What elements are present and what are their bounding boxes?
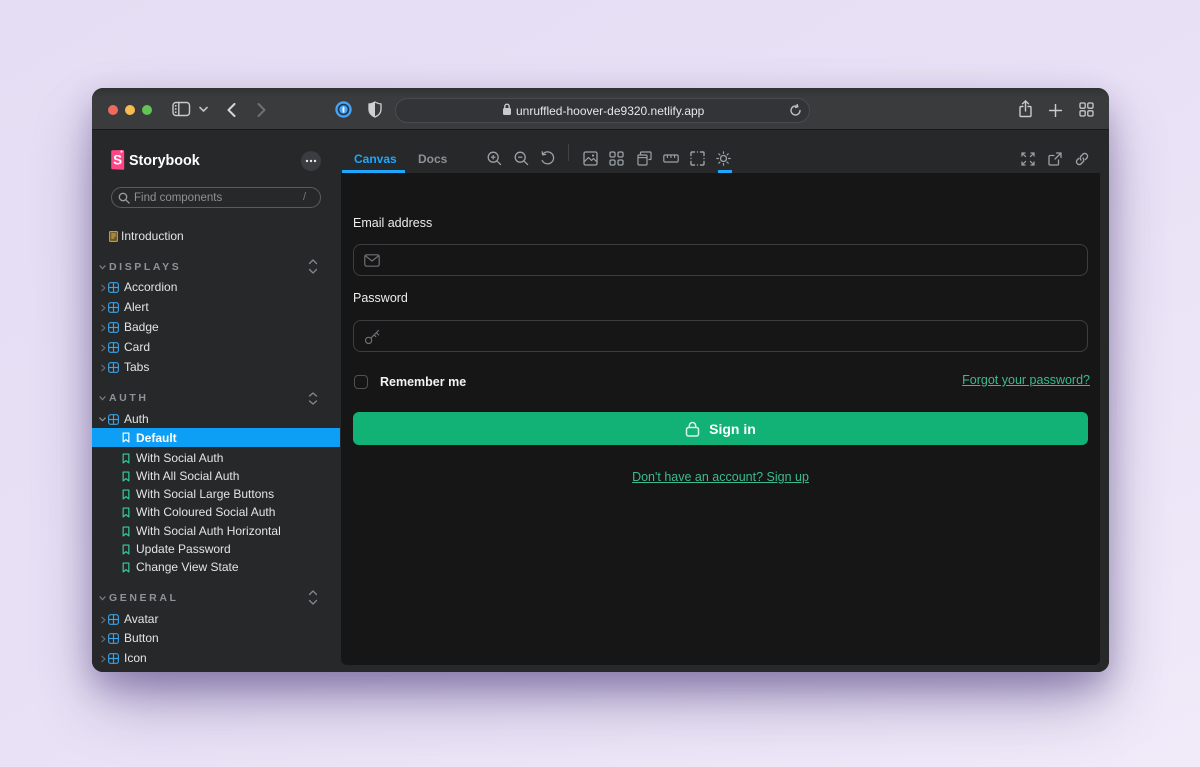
svg-text:S: S [113,153,122,168]
